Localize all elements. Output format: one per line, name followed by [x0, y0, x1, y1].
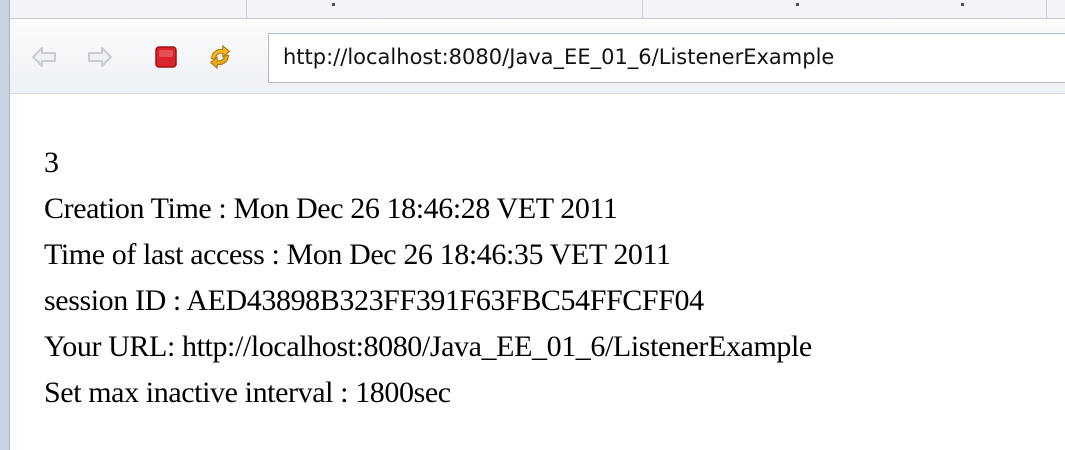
creation-time-line: Creation Time : Mon Dec 26 18:46:28 VET …: [44, 192, 618, 225]
tab-marker: [961, 3, 964, 6]
refresh-button[interactable]: [206, 43, 234, 71]
forward-arrow-icon: [88, 47, 112, 67]
forward-button[interactable]: [86, 43, 114, 71]
tab-divider: [642, 0, 643, 18]
last-access-line: Time of last access : Mon Dec 26 18:46:3…: [44, 238, 671, 271]
your-url-line: Your URL: http://localhost:8080/Java_EE_…: [44, 330, 812, 363]
tab-strip: [10, 0, 1065, 19]
tab-marker: [332, 3, 335, 6]
tab-marker: [796, 3, 799, 6]
session-counter: 3: [44, 146, 59, 179]
tab-divider: [1046, 0, 1047, 18]
back-arrow-icon: [32, 47, 56, 67]
session-id-line: session ID : AED43898B323FF391F63FBC54FF…: [44, 284, 704, 317]
browser-toolbar: http://localhost:8080/Java_EE_01_6/Liste…: [10, 19, 1065, 94]
tab-divider: [246, 0, 247, 18]
address-bar[interactable]: http://localhost:8080/Java_EE_01_6/Liste…: [268, 33, 1065, 83]
refresh-icon: [210, 45, 230, 69]
frame-left-border: [0, 0, 10, 450]
browser-window: http://localhost:8080/Java_EE_01_6/Liste…: [0, 0, 1065, 450]
max-inactive-interval-line: Set max inactive interval : 1800sec: [44, 376, 451, 409]
stop-button[interactable]: [152, 43, 180, 71]
page-content: 3 Creation Time : Mon Dec 26 18:46:28 VE…: [44, 140, 812, 416]
stop-icon: [155, 46, 177, 68]
back-button[interactable]: [30, 43, 58, 71]
address-bar-url[interactable]: http://localhost:8080/Java_EE_01_6/Liste…: [283, 45, 834, 69]
